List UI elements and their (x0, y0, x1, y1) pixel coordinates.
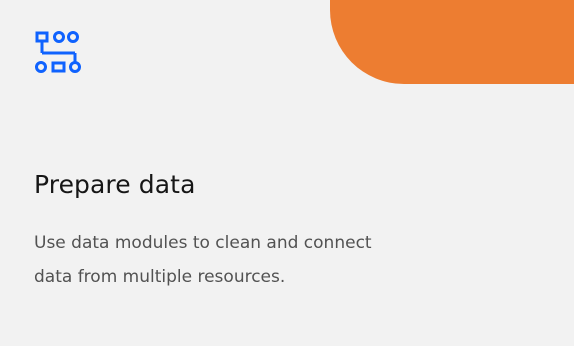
card-description: Use data modules to clean and connect da… (34, 233, 372, 287)
prepare-data-card[interactable]: Prepare data Use data modules to clean a… (0, 0, 574, 346)
card-title: Prepare data (34, 170, 196, 199)
data-flow-icon (35, 31, 81, 73)
accent-shape (330, 0, 574, 84)
